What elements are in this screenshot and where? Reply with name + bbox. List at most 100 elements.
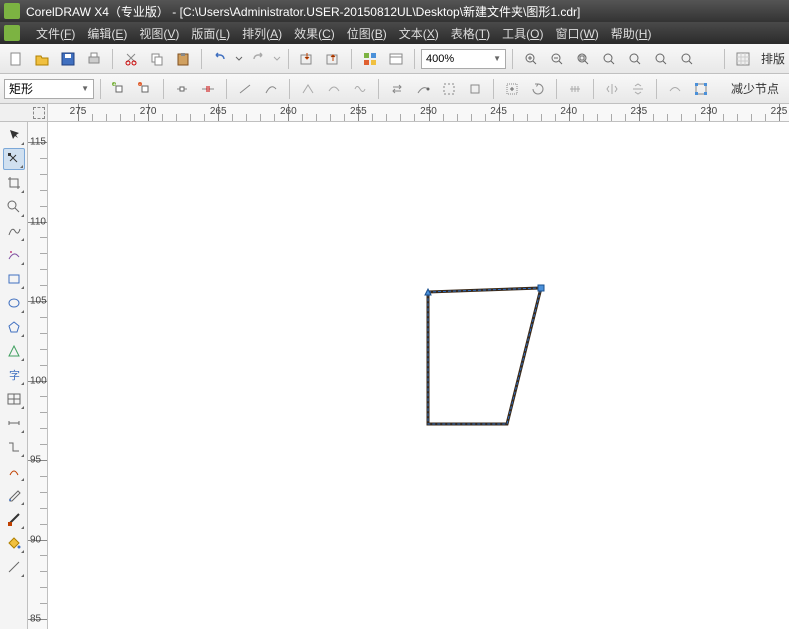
menu-a[interactable]: 排列(A) <box>236 23 288 44</box>
tool-text[interactable]: 字 <box>3 364 25 386</box>
zoom-width-button[interactable] <box>649 47 673 71</box>
curve-button[interactable] <box>259 77 283 101</box>
tool-pick[interactable] <box>3 124 25 146</box>
menu-app-icon <box>4 25 20 41</box>
undo-dropdown[interactable] <box>234 47 244 71</box>
import-button[interactable] <box>295 47 319 71</box>
property-bar: 矩形▼ + - 减少节点 <box>0 74 789 104</box>
tool-interactive-fill[interactable] <box>3 556 25 578</box>
tool-table[interactable] <box>3 388 25 410</box>
add-node-button[interactable]: + <box>107 77 131 101</box>
tool-freehand[interactable] <box>3 220 25 242</box>
break-node-button[interactable] <box>196 77 220 101</box>
redo-button[interactable] <box>246 47 270 71</box>
tool-zoom[interactable] <box>3 196 25 218</box>
redo-dropdown[interactable] <box>272 47 282 71</box>
table-icon <box>6 391 22 407</box>
tool-shape[interactable] <box>3 148 25 170</box>
tool-ellipse[interactable] <box>3 292 25 314</box>
tool-dimension[interactable] <box>3 412 25 434</box>
zoom-selection-button[interactable] <box>597 47 621 71</box>
titlebar: CorelDRAW X4（专业版） - [C:\Users\Administra… <box>0 0 789 22</box>
menu-c[interactable]: 效果(C) <box>288 23 341 44</box>
tool-rectangle[interactable] <box>3 268 25 290</box>
reflect-v-button[interactable] <box>626 77 650 101</box>
tool-interactive[interactable] <box>3 460 25 482</box>
zoom-in-button[interactable] <box>519 47 543 71</box>
elastic-mode-button[interactable] <box>663 77 687 101</box>
stretch-nodes-button[interactable] <box>500 77 524 101</box>
paste-button[interactable] <box>171 47 195 71</box>
menu-b[interactable]: 位图(B) <box>341 23 393 44</box>
drawing[interactable] <box>48 122 789 629</box>
connector-icon <box>6 439 22 455</box>
cusp-node-button[interactable] <box>296 77 320 101</box>
cut-button[interactable] <box>119 47 143 71</box>
menubar: 文件(F)编辑(E)视图(V)版面(L)排列(A)效果(C)位图(B)文本(X)… <box>0 22 789 44</box>
snap-button[interactable] <box>731 47 755 71</box>
menu-o[interactable]: 工具(O) <box>496 23 549 44</box>
canvas[interactable] <box>48 122 789 629</box>
menu-x[interactable]: 文本(X) <box>393 23 445 44</box>
reduce-nodes-label[interactable]: 减少节点 <box>731 80 785 97</box>
crop-icon <box>6 175 22 191</box>
extract-subpath-button[interactable] <box>437 77 461 101</box>
app-icon <box>4 3 20 19</box>
reverse-direction-button[interactable] <box>385 77 409 101</box>
menu-w[interactable]: 窗口(W) <box>549 23 604 44</box>
extend-curve-button[interactable] <box>411 77 435 101</box>
tool-smart[interactable] <box>3 244 25 266</box>
app-title: CorelDRAW X4（专业版） - [C:\Users\Administra… <box>26 3 580 20</box>
tool-fill[interactable] <box>3 532 25 554</box>
zoom-height-button[interactable] <box>675 47 699 71</box>
tool-crop[interactable] <box>3 172 25 194</box>
export-button[interactable] <box>321 47 345 71</box>
line-button[interactable] <box>233 77 257 101</box>
menu-v[interactable]: 视图(V) <box>133 23 185 44</box>
align-nodes-button[interactable] <box>563 77 587 101</box>
text-icon: 字 <box>6 367 22 383</box>
workspace: 字 115110105100959085 <box>0 122 789 629</box>
print-button[interactable] <box>82 47 106 71</box>
tool-dropper[interactable] <box>3 484 25 506</box>
tool-outline[interactable] <box>3 508 25 530</box>
close-curve-button[interactable] <box>463 77 487 101</box>
delete-node-button[interactable]: - <box>133 77 157 101</box>
app-launcher-button[interactable] <box>358 47 382 71</box>
zoom-level-combo[interactable]: 400%▼ <box>421 49 506 69</box>
join-nodes-button[interactable] <box>170 77 194 101</box>
menu-l[interactable]: 版面(L) <box>185 23 236 44</box>
snap-label: 排版 <box>761 50 785 67</box>
shape-trapezoid[interactable] <box>428 288 541 424</box>
tool-polygon[interactable] <box>3 316 25 338</box>
smooth-node-button[interactable] <box>322 77 346 101</box>
ruler-horizontal[interactable]: 275270265260255250245240235230225 <box>48 104 789 122</box>
zoom-page-button[interactable] <box>623 47 647 71</box>
copy-button[interactable] <box>145 47 169 71</box>
ruler-corner[interactable] <box>0 104 48 122</box>
open-button[interactable] <box>30 47 54 71</box>
tool-connector[interactable] <box>3 436 25 458</box>
menu-h[interactable]: 帮助(H) <box>605 23 658 44</box>
menu-t[interactable]: 表格(T) <box>445 23 496 44</box>
undo-button[interactable] <box>208 47 232 71</box>
basic-icon <box>6 343 22 359</box>
zoom-out-button[interactable] <box>545 47 569 71</box>
symmetric-node-button[interactable] <box>348 77 372 101</box>
zoom-fit-button[interactable] <box>571 47 595 71</box>
polygon-icon <box>6 319 22 335</box>
menu-f[interactable]: 文件(F) <box>30 23 81 44</box>
preset-shape-combo[interactable]: 矩形▼ <box>4 79 94 99</box>
node-top-right[interactable] <box>538 285 544 291</box>
welcome-button[interactable] <box>384 47 408 71</box>
select-all-nodes-button[interactable] <box>689 77 713 101</box>
tool-basic[interactable] <box>3 340 25 362</box>
ruler-vertical[interactable]: 115110105100959085 <box>28 122 48 629</box>
menu-e[interactable]: 编辑(E) <box>81 23 133 44</box>
reflect-h-button[interactable] <box>600 77 624 101</box>
smart-icon <box>6 247 22 263</box>
fill-icon <box>6 535 22 551</box>
new-button[interactable] <box>4 47 28 71</box>
rotate-nodes-button[interactable] <box>526 77 550 101</box>
save-button[interactable] <box>56 47 80 71</box>
